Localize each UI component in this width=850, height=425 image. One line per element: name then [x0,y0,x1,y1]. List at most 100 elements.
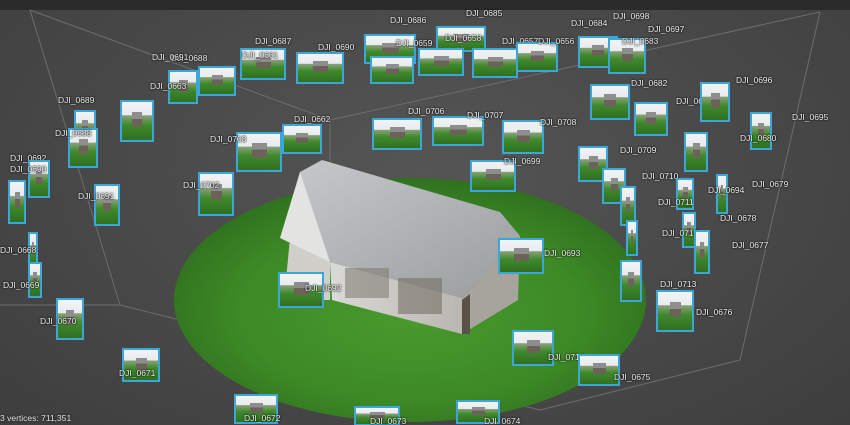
camera-label[interactable]: DJI_0690 [10,164,46,174]
barn-preview-icon [710,93,720,108]
camera-thumbnail[interactable] [502,120,544,154]
barn-preview-icon [486,169,501,181]
camera-label[interactable]: DJI_0712 [662,228,698,238]
camera-thumbnail[interactable] [498,238,544,274]
camera-label[interactable]: DJI_0703 [210,134,246,144]
camera-label[interactable]: DJI_0656 [538,36,574,46]
camera-label[interactable]: DJI_0669 [3,280,39,290]
camera-label[interactable]: DJI_0668 [0,245,36,255]
camera-label[interactable]: DJI_0685 [466,8,502,18]
barn-preview-icon [514,248,529,262]
camera-label[interactable]: DJI_0692 [305,283,341,293]
camera-label[interactable]: DJI_0672 [244,413,280,423]
camera-label[interactable]: DJI_0689 [58,95,94,105]
camera-label[interactable]: DJI_0708 [540,117,576,127]
camera-label[interactable]: DJI_0674 [484,416,520,425]
barn-preview-icon [389,127,406,139]
barn-preview-icon [692,143,700,158]
barn-preview-icon [669,301,682,318]
camera-label[interactable]: DJI_0711 [658,197,694,207]
camera-thumbnail[interactable] [634,102,668,136]
camera-label[interactable]: DJI_0675 [614,372,650,382]
camera-label[interactable]: DJI_0682 [631,78,667,88]
barn-preview-icon [132,111,143,128]
barn-preview-icon [78,139,88,154]
barn-preview-icon [592,363,606,375]
camera-label[interactable]: DJI_0687 [255,36,291,46]
camera-thumbnail[interactable] [296,52,344,84]
camera-thumbnail[interactable] [700,82,730,122]
camera-label[interactable]: DJI_0684 [571,18,607,28]
camera-label[interactable]: DJI_0710 [642,171,678,181]
barn-preview-icon [488,56,503,68]
barn-preview-icon [646,111,657,124]
barn-preview-icon [211,74,224,86]
camera-thumbnail[interactable] [370,56,414,84]
camera-label[interactable]: DJI_0691 [152,52,188,62]
camera-thumbnail[interactable] [694,230,710,274]
status-bar: 3 vertices: 711,351 [0,413,72,423]
camera-label[interactable]: DJI_0663 [150,81,186,91]
camera-label[interactable]: DJI_0696 [736,75,772,85]
camera-label[interactable]: DJI_0702 [183,180,219,190]
barn-preview-icon [516,129,530,142]
barn-preview-icon [700,242,705,259]
camera-thumbnail[interactable] [750,112,772,150]
camera-thumbnail[interactable] [120,100,154,142]
camera-label[interactable]: DJI_0707 [467,110,503,120]
barn-preview-icon [434,56,449,66]
camera-label[interactable]: DJI_0713 [660,279,696,289]
barn-preview-icon [450,124,467,136]
camera-label[interactable]: DJI_0670 [40,316,76,326]
camera-label[interactable]: DJI_0706 [408,106,444,116]
camera-label[interactable]: DJI_0662 [294,114,330,124]
camera-thumbnail[interactable] [432,116,484,146]
barn-preview-icon [249,402,264,414]
camera-label[interactable]: DJI_0688 [55,128,91,138]
camera-thumbnail[interactable] [8,180,26,224]
barn-preview-icon [385,64,400,74]
camera-thumbnail[interactable] [656,290,694,332]
camera-label[interactable]: DJI_0694 [708,185,744,195]
camera-label[interactable]: DJI_0695 [792,112,828,122]
camera-label[interactable]: DJI_0677 [732,240,768,250]
camera-thumbnail[interactable] [198,66,236,96]
camera-label[interactable]: DJI_0676 [696,307,732,317]
barn-preview-icon [626,197,631,212]
camera-label[interactable]: DJI_0679 [752,179,788,189]
barn-preview-icon [604,94,617,108]
camera-label[interactable]: DJI_0678 [720,213,756,223]
camera-label[interactable]: DJI_0659 [396,38,432,48]
camera-label[interactable]: DJI_0690 [318,42,354,52]
barn-preview-icon [471,407,486,416]
camera-thumbnail[interactable] [472,48,518,78]
camera-thumbnail[interactable] [372,118,422,150]
camera-label[interactable]: DJI_0686 [390,15,426,25]
camera-label[interactable]: DJI_0661 [242,50,278,60]
camera-label[interactable]: DJI_0709 [620,145,656,155]
camera-thumbnail[interactable] [620,260,642,302]
camera-label[interactable]: DJI_0699 [504,156,540,166]
camera-thumbnail[interactable] [516,42,558,72]
camera-thumbnail[interactable] [282,124,322,154]
camera-label[interactable]: DJI_0671 [119,368,155,378]
camera-label[interactable]: DJI_0691 [78,191,114,201]
camera-label[interactable]: DJI_0697 [648,24,684,34]
camera-thumbnail[interactable] [684,132,708,172]
3d-viewport[interactable]: DJI_0685 DJI_0686 DJI_0684 DJI_0698 DJI_0697… [0,0,850,425]
camera-label[interactable]: DJI_0693 [544,248,580,258]
camera-thumbnail[interactable] [198,172,234,216]
barn-preview-icon [610,178,618,192]
camera-label[interactable]: DJI_0683 [622,36,658,46]
barn-preview-icon [296,132,309,144]
barn-preview-icon [312,61,328,73]
camera-label[interactable]: DJI_0658 [445,33,481,43]
camera-thumbnail[interactable] [418,48,464,76]
camera-thumbnail[interactable] [626,220,638,256]
camera-label[interactable]: DJI_0680 [740,133,776,143]
camera-label[interactable]: DJI_0673 [370,416,406,425]
camera-thumbnail[interactable] [590,84,630,120]
barn-preview-icon [628,271,635,288]
camera-label[interactable]: DJI_0698 [613,11,649,21]
barn-preview-icon [530,50,544,62]
